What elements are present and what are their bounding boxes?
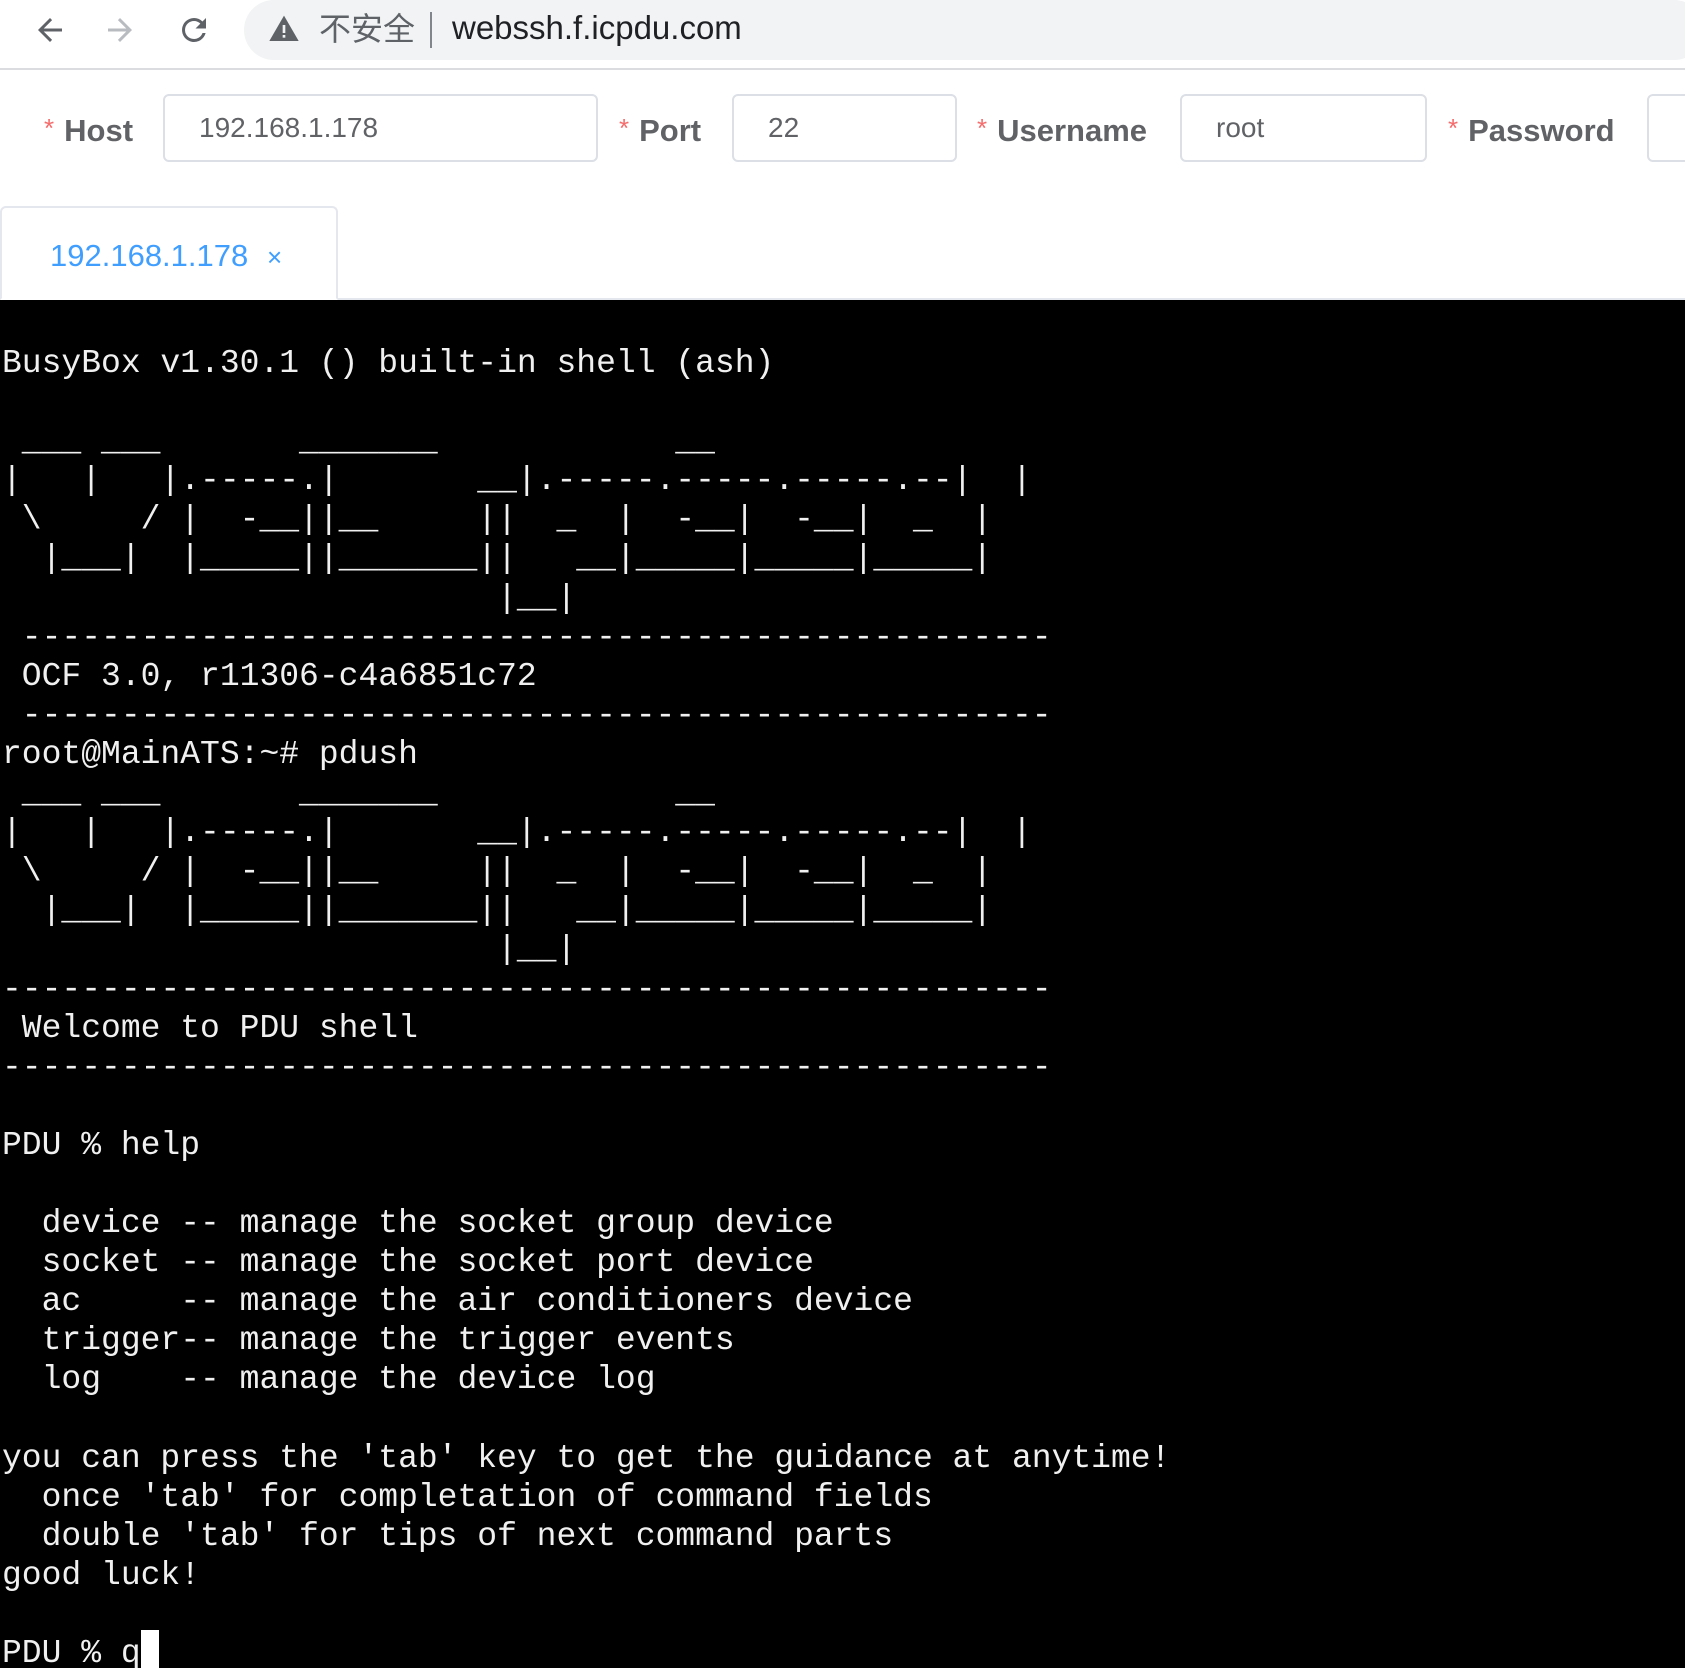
insecure-label: 不安全 (319, 10, 416, 48)
session-tabs: 192.168.1.178 × (0, 206, 1685, 300)
terminal-input-line[interactable]: PDU % q (2, 1630, 159, 1668)
host-label-text: Host (64, 113, 134, 148)
terminal-output: BusyBox v1.30.1 () built-in shell (ash) … (2, 345, 1171, 1594)
back-button[interactable] (26, 6, 74, 54)
password-input[interactable] (1647, 94, 1685, 162)
username-label: * Username (977, 108, 1147, 151)
password-label-text: Password (1468, 113, 1615, 148)
connection-form: * Host * Port * Username * Password (0, 70, 1685, 200)
session-tab[interactable]: 192.168.1.178 × (0, 206, 338, 300)
required-mark: * (619, 113, 630, 143)
forward-arrow-icon (108, 18, 132, 42)
password-label: * Password (1448, 108, 1615, 151)
warning-triangle-icon (269, 15, 299, 41)
host-label: * Host (44, 108, 133, 151)
browser-toolbar: 不安全 webssh.f.icpdu.com (0, 0, 1685, 70)
required-mark: * (977, 113, 988, 143)
port-label-text: Port (639, 113, 702, 148)
address-bar[interactable]: 不安全 webssh.f.icpdu.com (244, 0, 1685, 60)
username-label-text: Username (997, 113, 1148, 148)
required-mark: * (44, 113, 55, 143)
port-label: * Port (619, 108, 701, 151)
required-mark: * (1448, 113, 1459, 143)
back-arrow-icon (38, 18, 62, 42)
terminal-typed-input: q (120, 1635, 141, 1668)
host-input[interactable] (163, 94, 598, 162)
terminal-prompt: PDU % (2, 1635, 121, 1668)
session-tab-label: 192.168.1.178 (50, 238, 249, 273)
url-text[interactable]: webssh.f.icpdu.com (452, 7, 742, 49)
address-separator (430, 12, 432, 48)
terminal[interactable]: BusyBox v1.30.1 () built-in shell (ash) … (0, 300, 1685, 1668)
forward-button[interactable] (96, 6, 144, 54)
port-input[interactable] (732, 94, 957, 162)
username-input[interactable] (1180, 94, 1427, 162)
reload-icon (182, 18, 206, 42)
reload-button[interactable] (170, 6, 218, 54)
terminal-cursor (140, 1630, 159, 1668)
close-icon[interactable]: × (267, 242, 282, 272)
